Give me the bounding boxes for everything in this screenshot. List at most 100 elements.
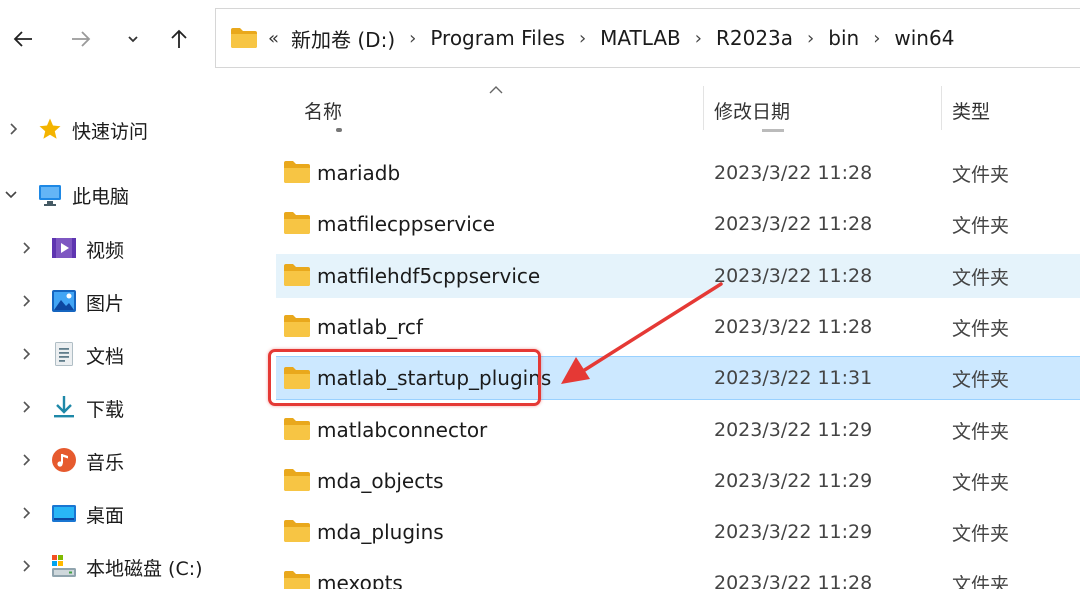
folder-icon [284, 571, 310, 589]
desktop-icon [52, 505, 76, 522]
chevron-right-icon[interactable] [19, 453, 33, 467]
file-modified-date: 2023/3/22 11:28 [714, 162, 873, 184]
download-icon [54, 396, 74, 418]
folder-icon [284, 212, 310, 234]
chevron-down-icon[interactable] [4, 187, 18, 201]
column-divider[interactable] [941, 86, 942, 130]
sidebar-item-label: 本地磁盘 (C:) [86, 558, 203, 580]
file-modified-date: 2023/3/22 11:31 [714, 367, 873, 389]
star-icon [39, 118, 61, 139]
folder-icon [284, 161, 310, 183]
file-row[interactable]: mariadb 2023/3/22 11:28 文件夹 [276, 151, 1080, 195]
file-type: 文件夹 [952, 317, 1010, 340]
file-row[interactable]: matlabconnector 2023/3/22 11:29 文件夹 [276, 408, 1080, 452]
sidebar-item-music[interactable]: 音乐 [0, 440, 270, 480]
file-row[interactable]: matlab_rcf 2023/3/22 11:28 文件夹 [276, 305, 1080, 349]
sidebar-item-downloads[interactable]: 下载 [0, 387, 270, 427]
chevron-right-icon[interactable] [19, 241, 33, 255]
sidebar-item-label: 快速访问 [72, 121, 149, 143]
file-name[interactable]: matlabconnector [317, 408, 487, 452]
folder-icon [284, 315, 310, 337]
sidebar-item-this-pc[interactable]: 此电脑 [0, 174, 270, 214]
chevron-right-icon[interactable] [19, 400, 33, 414]
column-header-name[interactable]: 名称 [304, 90, 702, 130]
file-type: 文件夹 [952, 522, 1010, 545]
address-bar[interactable]: « 新加卷 (D:) › Program Files › MATLAB › R2… [215, 8, 1080, 68]
breadcrumb-drive[interactable]: 新加卷 (D:) [291, 24, 395, 53]
drive-icon [52, 555, 76, 577]
file-type: 文件夹 [952, 420, 1010, 443]
file-modified-date: 2023/3/22 11:29 [714, 521, 873, 543]
file-row[interactable]: mexopts 2023/3/22 11:28 文件夹 [276, 561, 1080, 589]
computer-icon [39, 185, 61, 206]
folder-icon [284, 469, 310, 491]
file-type: 文件夹 [952, 214, 1010, 237]
folder-icon [284, 264, 310, 286]
breadcrumb-separator[interactable]: › [579, 28, 586, 49]
sidebar-item-desktop[interactable]: 桌面 [0, 493, 270, 533]
sidebar-item-label: 此电脑 [72, 186, 130, 208]
column-divider[interactable] [703, 86, 704, 130]
pictures-icon [52, 290, 76, 312]
file-modified-date: 2023/3/22 11:29 [714, 419, 873, 441]
chevron-right-icon[interactable] [19, 294, 33, 308]
file-modified-date: 2023/3/22 11:28 [714, 316, 873, 338]
breadcrumb-overflow-button[interactable]: « [268, 28, 279, 49]
file-type: 文件夹 [952, 471, 1010, 494]
recent-locations-button[interactable] [116, 22, 150, 56]
sidebar-item-label: 视频 [86, 240, 125, 262]
breadcrumb-matlab[interactable]: MATLAB [600, 26, 681, 50]
chevron-down-icon [128, 36, 138, 43]
file-row[interactable]: matfilehdf5cppservice 2023/3/22 11:28 文件夹 [276, 254, 1080, 298]
arrow-left-icon [13, 31, 32, 47]
breadcrumb-bin[interactable]: bin [828, 26, 859, 50]
file-row[interactable]: mda_objects 2023/3/22 11:29 文件夹 [276, 459, 1080, 503]
chevron-right-icon[interactable] [6, 122, 20, 136]
file-type: 文件夹 [952, 573, 1010, 589]
file-row[interactable]: matfilecppservice 2023/3/22 11:28 文件夹 [276, 202, 1080, 246]
forward-button[interactable] [64, 22, 98, 56]
sidebar-item-quick-access[interactable]: 快速访问 [0, 109, 270, 149]
file-name[interactable]: mda_plugins [317, 510, 444, 554]
music-icon [52, 448, 76, 472]
sidebar-item-label: 图片 [86, 293, 125, 315]
folder-icon [284, 418, 310, 440]
scrolled-row-edge [336, 128, 342, 132]
sidebar-item-pictures[interactable]: 图片 [0, 281, 270, 321]
sidebar-item-label: 文档 [86, 346, 125, 368]
file-name[interactable]: matfilehdf5cppservice [317, 254, 540, 298]
sidebar-item-label: 下载 [86, 399, 125, 421]
sidebar-item-local-disk-c[interactable]: 本地磁盘 (C:) [0, 546, 270, 586]
file-modified-date: 2023/3/22 11:28 [714, 213, 873, 235]
sidebar-item-label: 桌面 [86, 505, 125, 527]
video-icon [52, 238, 76, 258]
arrow-right-icon [72, 31, 91, 47]
breadcrumb-separator[interactable]: › [409, 28, 416, 49]
sidebar-item-documents[interactable]: 文档 [0, 334, 270, 374]
breadcrumb-program-files[interactable]: Program Files [430, 26, 565, 50]
file-name[interactable]: matlab_rcf [317, 305, 423, 349]
file-name[interactable]: matfilecppservice [317, 202, 495, 246]
up-button[interactable] [162, 22, 196, 56]
chevron-right-icon[interactable] [19, 347, 33, 361]
back-button[interactable] [6, 22, 40, 56]
file-type: 文件夹 [952, 266, 1010, 289]
file-row[interactable]: mda_plugins 2023/3/22 11:29 文件夹 [276, 510, 1080, 554]
folder-icon [231, 28, 257, 48]
scrolled-row-edge [762, 129, 784, 132]
breadcrumb-separator[interactable]: › [873, 28, 880, 49]
chevron-right-icon[interactable] [19, 506, 33, 520]
breadcrumb-separator[interactable]: › [695, 28, 702, 49]
arrow-up-icon [171, 29, 187, 48]
file-name[interactable]: mexopts [317, 561, 403, 589]
breadcrumb-win64[interactable]: win64 [894, 26, 954, 50]
breadcrumb-separator[interactable]: › [807, 28, 814, 49]
file-name[interactable]: mariadb [317, 151, 400, 195]
chevron-right-icon[interactable] [19, 559, 33, 573]
breadcrumb-r2023a[interactable]: R2023a [716, 26, 793, 50]
column-header-modified[interactable]: 修改日期 [714, 90, 940, 130]
sidebar-item-label: 音乐 [86, 452, 125, 474]
column-header-type[interactable]: 类型 [952, 90, 1080, 130]
file-name[interactable]: mda_objects [317, 459, 443, 503]
sidebar-item-videos[interactable]: 视频 [0, 228, 270, 268]
